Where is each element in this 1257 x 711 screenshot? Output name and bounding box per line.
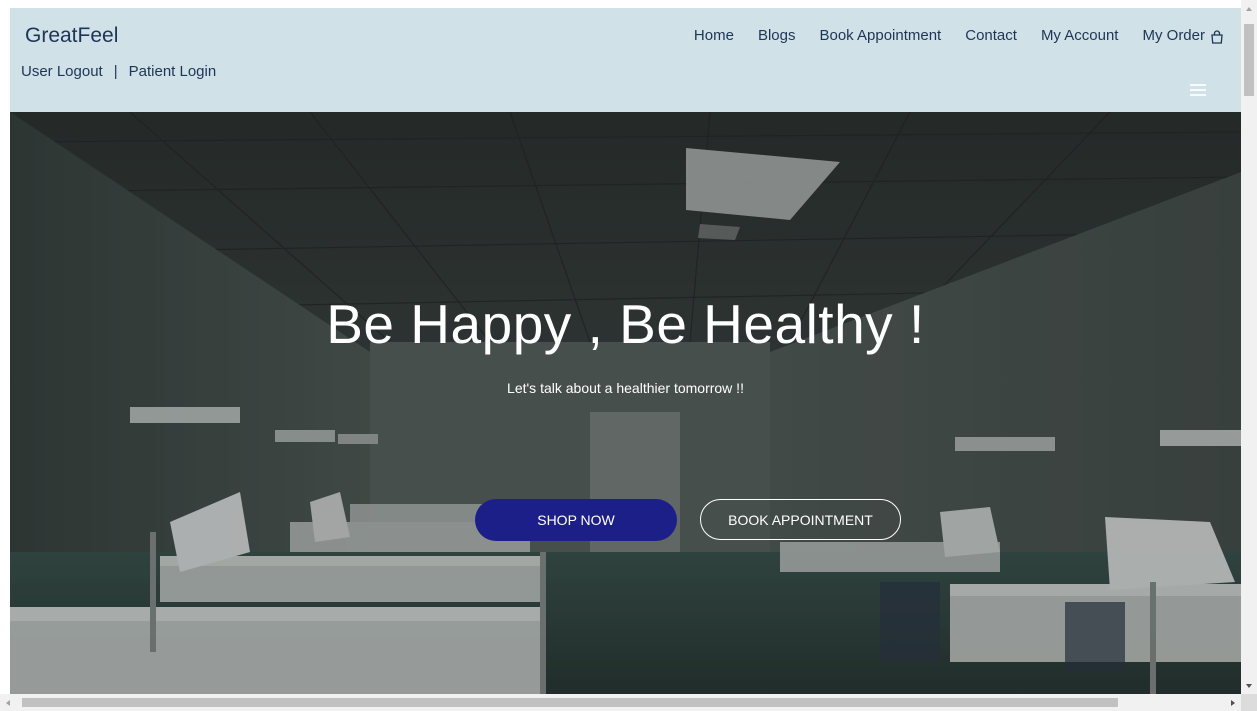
book-appointment-button[interactable]: BOOK APPOINTMENT [700,499,901,540]
page-viewport: GreatFeel User Logout | Patient Login Home… [0,0,1241,694]
scrollbar-corner [1241,694,1257,711]
main-nav: Home Blogs Book Appointment Contact My A… [694,27,1205,44]
horizontal-scroll-thumb[interactable] [22,698,1118,707]
nav-my-account[interactable]: My Account [1041,27,1119,44]
hospital-ward-background [10,112,1241,694]
patient-login-link[interactable]: Patient Login [129,63,217,80]
navbar: GreatFeel User Logout | Patient Login Home… [10,8,1241,112]
nav-book-appointment[interactable]: Book Appointment [819,27,941,44]
vertical-scrollbar[interactable] [1241,0,1257,694]
nav-home[interactable]: Home [694,27,734,44]
user-logout-link[interactable]: User Logout [21,63,103,80]
scroll-up-arrow-icon[interactable] [1246,7,1252,11]
horizontal-scrollbar[interactable] [0,694,1241,711]
scroll-right-arrow-icon[interactable] [1231,700,1235,706]
nav-contact[interactable]: Contact [965,27,1017,44]
hero-title: Be Happy , Be Healthy ! [326,293,925,355]
hamburger-menu-icon[interactable] [1190,84,1206,96]
brand-logo[interactable]: GreatFeel [25,24,118,48]
shopping-bag-icon[interactable] [1209,29,1225,45]
auth-separator: | [113,63,118,80]
hero-banner: Be Happy , Be Healthy ! Let's talk about… [10,112,1241,694]
nav-my-order[interactable]: My Order [1142,27,1205,44]
vertical-scroll-thumb[interactable] [1244,24,1254,96]
hero-subtitle: Let's talk about a healthier tomorrow !! [507,380,744,396]
shop-now-button[interactable]: SHOP NOW [475,499,677,541]
scroll-left-arrow-icon[interactable] [6,700,10,706]
scroll-down-arrow-icon[interactable] [1246,684,1252,688]
nav-blogs[interactable]: Blogs [758,27,796,44]
auth-links: User Logout | Patient Login [21,63,216,80]
